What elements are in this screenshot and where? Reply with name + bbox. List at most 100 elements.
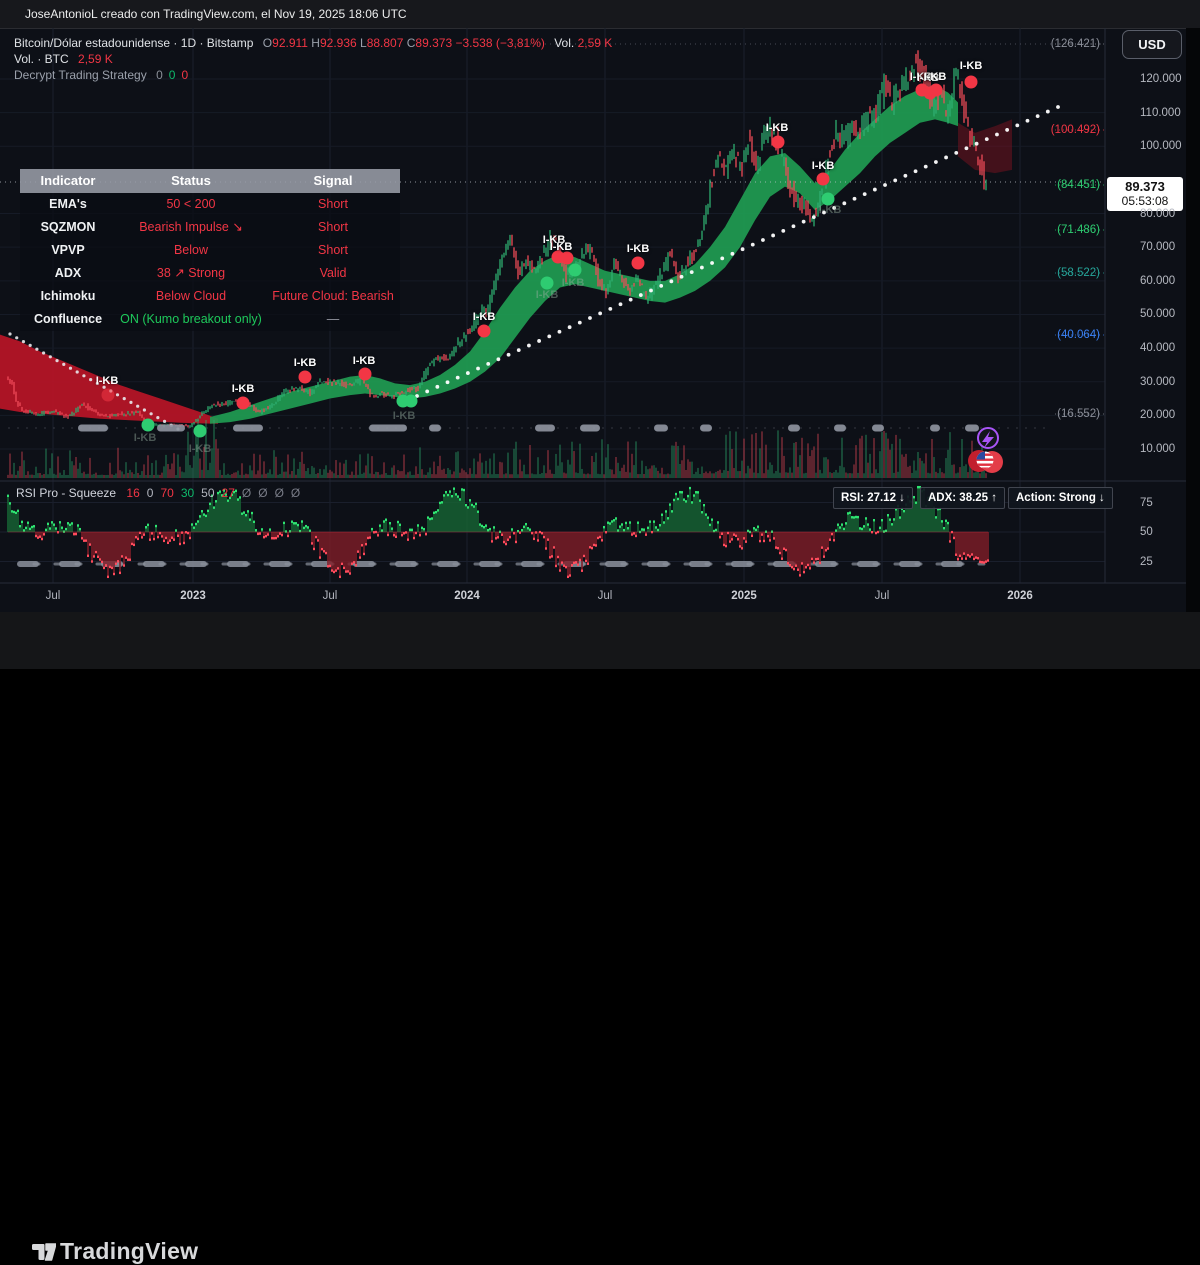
strategy-count: 0: [181, 68, 188, 82]
rsi-param: Ø: [291, 486, 300, 500]
ikb-marker-label-faded: I-KB: [819, 204, 842, 216]
indicator-table-row: VPVPBelowShort: [20, 239, 400, 262]
indicator-table-row: ADX38 ↗ StrongValid: [20, 262, 400, 285]
rsi-param: 27: [222, 486, 235, 500]
ikb-marker-label-faded: I-KB: [393, 410, 416, 422]
time-axis-tick[interactable]: 2026: [1007, 590, 1033, 602]
rsi-status-badge: ADX: 38.25 ↑: [920, 487, 1005, 509]
ikb-marker-label: I-KB: [294, 357, 317, 369]
ikb-marker-label-faded: I-KB: [189, 443, 212, 455]
time-axis-tick[interactable]: 2023: [180, 590, 206, 602]
last-price-badge: 89.373 05:53:08: [1107, 177, 1183, 211]
strategy-values: 000: [156, 68, 194, 82]
time-axis-tick[interactable]: 2025: [731, 590, 757, 602]
tradingview-brand-text[interactable]: TradingView: [60, 1238, 198, 1265]
ohlc-letter: L: [360, 36, 367, 50]
ikb-marker-label: I-KB: [550, 241, 573, 253]
time-axis-tick[interactable]: Jul: [323, 590, 338, 602]
ohlc-letter: O: [263, 36, 272, 50]
indicator-value-label: (84.451): [1057, 179, 1100, 191]
indicator-table-row: SQZMONBearish Impulse ↘Short: [20, 216, 400, 239]
ikb-marker-label: I-KB: [812, 160, 835, 172]
indicator-value-label: (126.421): [1051, 38, 1100, 50]
indicator-table-row: ConfluenceON (Kumo breakout only)—: [20, 308, 400, 331]
ohlc-value: 88.807: [367, 36, 407, 50]
indicator-table-header: IndicatorStatusSignal: [20, 169, 400, 193]
strategy-count: 0: [156, 68, 163, 82]
price-axis-tick[interactable]: 30.000: [1140, 376, 1175, 388]
price-axis-tick[interactable]: 20.000: [1140, 409, 1175, 421]
rsi-status-badge: RSI: 27.12 ↓: [833, 487, 913, 509]
volume-label: Vol.: [554, 36, 574, 50]
rsi-param: Ø: [242, 486, 251, 500]
rsi-axis-tick[interactable]: 50: [1140, 526, 1153, 538]
ohlc-letter: H: [311, 36, 320, 50]
strategy-legend-row[interactable]: Decrypt Trading Strategy 000: [14, 68, 194, 82]
ohlc-value: 92.936: [320, 36, 360, 50]
rsi-param: 30: [181, 486, 194, 500]
indicator-summary-table: IndicatorStatusSignalEMA's50 < 200ShortS…: [20, 169, 400, 331]
symbol-title[interactable]: Bitcoin/Dólar estadounidense · 1D · Bits…: [14, 36, 253, 50]
rsi-param: 70: [160, 486, 173, 500]
rsi-params: 16070305027ØØØØ: [126, 486, 307, 500]
rsi-axis-tick[interactable]: 25: [1140, 556, 1153, 568]
volume-indicator-value: 2,59 K: [78, 52, 113, 66]
price-axis-tick[interactable]: 120.000: [1140, 73, 1182, 85]
indicator-table-row: EMA's50 < 200Short: [20, 193, 400, 216]
indicator-value-label: (100.492): [1051, 124, 1100, 136]
price-axis-tick[interactable]: 10.000: [1140, 443, 1175, 455]
rsi-param: 50: [201, 486, 214, 500]
indicator-value-label: (16.552): [1057, 408, 1100, 420]
indicator-value-label: (40.064): [1057, 329, 1100, 341]
rsi-legend-row[interactable]: RSI Pro - Squeeze 16070305027ØØØØ: [16, 486, 314, 500]
rsi-param: Ø: [275, 486, 284, 500]
price-axis-tick[interactable]: 100.000: [1140, 140, 1182, 152]
price-axis-tick[interactable]: 80.000: [1140, 208, 1175, 220]
footer-bar: TradingView: [0, 612, 1200, 669]
last-price-value: 89.373: [1107, 179, 1183, 194]
strategy-count: 0: [169, 68, 176, 82]
indicator-table-row: IchimokuBelow CloudFuture Cloud: Bearish: [20, 285, 400, 308]
tradingview-logo-icon[interactable]: [32, 1240, 56, 1264]
ikb-marker-label-faded: I-KB: [562, 277, 585, 289]
time-axis-tick[interactable]: Jul: [46, 590, 61, 602]
currency-toggle-button[interactable]: USD: [1122, 30, 1182, 59]
ikb-marker-label: I-KB: [473, 311, 496, 323]
volume-value: 2,59 K: [578, 36, 613, 50]
volume-indicator-label[interactable]: Vol. · BTC: [14, 52, 69, 66]
ikb-marker-label: I-KB: [924, 71, 947, 83]
rsi-status-badge: Action: Strong ↓: [1008, 487, 1113, 509]
strategy-label[interactable]: Decrypt Trading Strategy: [14, 68, 147, 82]
attribution-bar: JoseAntonioL creado con TradingView.com,…: [0, 0, 1200, 28]
time-axis-tick[interactable]: Jul: [598, 590, 613, 602]
change-value: −3.538 (−3,81%): [455, 36, 544, 50]
ohlc-values: O92.911 H92.936 L88.807 C89.373: [263, 36, 456, 50]
right-edge-strip: [1186, 28, 1200, 612]
indicator-value-label: (71.486): [1057, 224, 1100, 236]
ikb-marker-label-faded: I-KB: [536, 289, 559, 301]
price-axis-tick[interactable]: 50.000: [1140, 308, 1175, 320]
volume-legend-row[interactable]: Vol. · BTC 2,59 K: [14, 52, 113, 66]
price-axis-tick[interactable]: 110.000: [1140, 107, 1181, 119]
ikb-marker-label: I-KB: [353, 355, 376, 367]
time-axis-tick[interactable]: Jul: [875, 590, 890, 602]
price-axis-tick[interactable]: 70.000: [1140, 241, 1175, 253]
ohlc-value: 89.373: [415, 36, 455, 50]
ikb-marker-label: I-KB: [766, 122, 789, 134]
rsi-param: 16: [126, 486, 139, 500]
attribution-text: JoseAntonioL creado con TradingView.com,…: [25, 7, 407, 21]
ikb-marker-label: I-KB: [960, 60, 983, 72]
ikb-marker-label: I-KB: [96, 375, 119, 387]
time-axis-tick[interactable]: 2024: [454, 590, 480, 602]
indicator-value-label: (58.522): [1057, 267, 1100, 279]
price-axis-tick[interactable]: 60.000: [1140, 275, 1175, 287]
ikb-marker-label: I-KB: [627, 243, 650, 255]
ohlc-value: 92.911: [272, 36, 311, 50]
price-axis-tick[interactable]: 40.000: [1140, 342, 1175, 354]
ikb-marker-label: I-KB: [232, 383, 255, 395]
rsi-param: 0: [147, 486, 154, 500]
symbol-legend-row[interactable]: Bitcoin/Dólar estadounidense · 1D · Bits…: [14, 36, 612, 50]
rsi-axis-tick[interactable]: 75: [1140, 497, 1153, 509]
ikb-marker-label-faded: I-KB: [134, 432, 157, 444]
rsi-indicator-title[interactable]: RSI Pro - Squeeze: [16, 486, 116, 500]
